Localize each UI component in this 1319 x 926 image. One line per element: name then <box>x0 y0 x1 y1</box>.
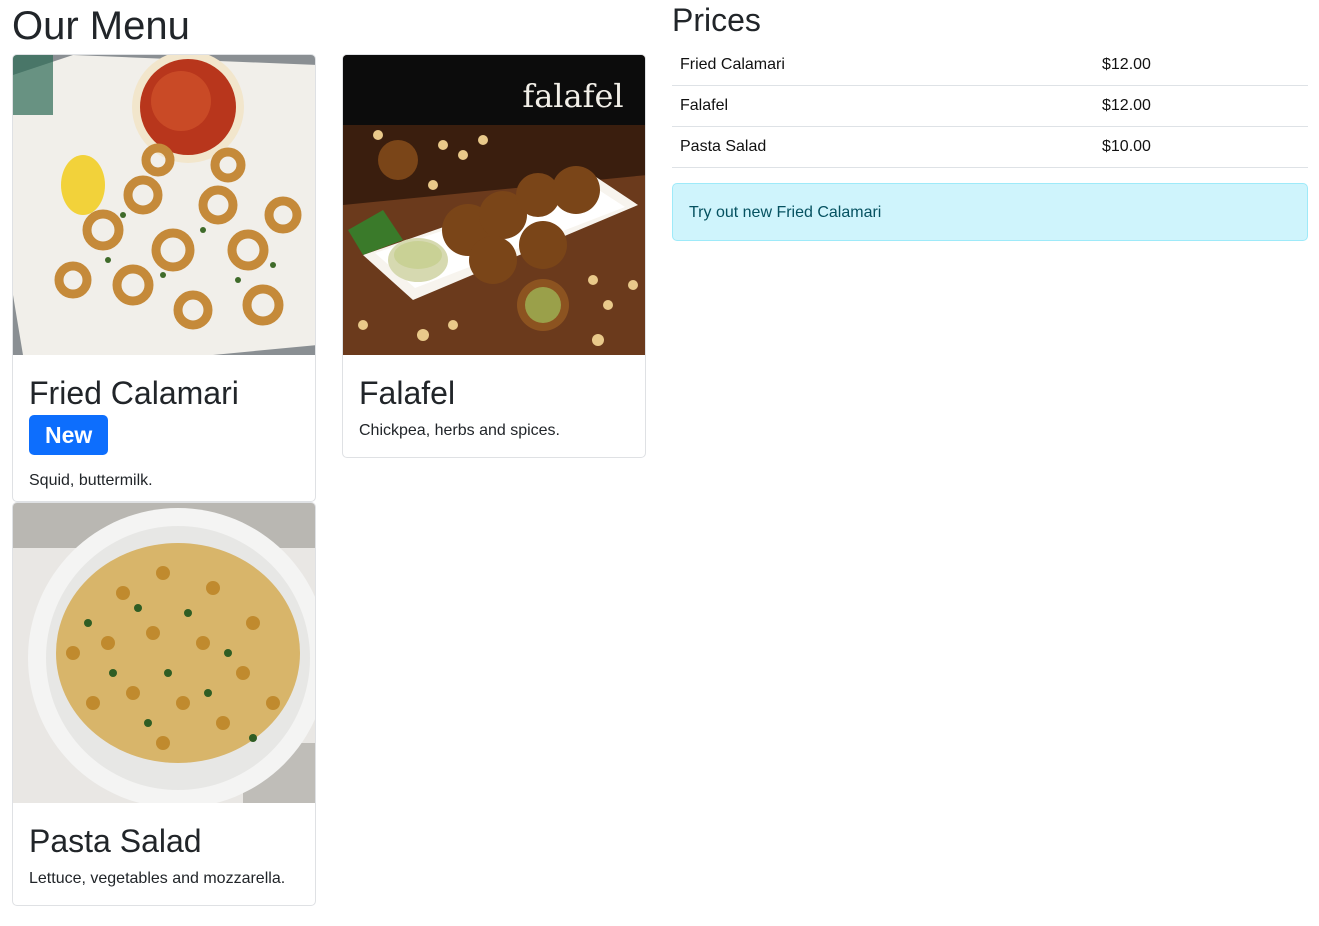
pasta-salad-photo <box>13 503 315 803</box>
prices-table: Fried Calamari $12.00 Falafel $12.00 Pas… <box>672 45 1308 168</box>
menu-card-fried-calamari[interactable]: Fried Calamari New Squid, buttermilk. <box>12 54 316 502</box>
prices-title: Prices <box>672 2 761 38</box>
price-item-name: Pasta Salad <box>672 126 1094 168</box>
table-row: Pasta Salad $10.00 <box>672 126 1308 168</box>
table-row: Falafel $12.00 <box>672 85 1308 127</box>
price-value: $10.00 <box>1094 126 1308 168</box>
menu-item-description: Lettuce, vegetables and mozzarella. <box>29 870 286 887</box>
menu-item-title: Falafel <box>359 375 456 411</box>
menu-item-title: Fried Calamari <box>29 375 239 411</box>
price-value: $12.00 <box>1094 45 1308 86</box>
page-title: Our Menu <box>12 4 190 48</box>
falafel-photo: falafel <box>343 55 645 355</box>
price-item-name: Falafel <box>672 85 1094 127</box>
falafel-photo-caption: falafel <box>522 77 623 115</box>
menu-item-description: Squid, buttermilk. <box>29 472 153 489</box>
price-value: $12.00 <box>1094 85 1308 127</box>
table-row: Fried Calamari $12.00 <box>672 45 1308 86</box>
menu-card-falafel[interactable]: falafel Falafel Chickpea, herbs and spic… <box>342 54 646 458</box>
promo-alert: Try out new Fried Calamari <box>672 183 1308 241</box>
menu-item-description: Chickpea, herbs and spices. <box>359 422 560 439</box>
new-badge: New <box>29 415 109 455</box>
menu-item-title: Pasta Salad <box>29 823 202 859</box>
menu-card-pasta-salad[interactable]: Pasta Salad Lettuce, vegetables and mozz… <box>12 502 316 906</box>
price-item-name: Fried Calamari <box>672 45 1094 86</box>
fried-calamari-photo <box>13 55 315 355</box>
